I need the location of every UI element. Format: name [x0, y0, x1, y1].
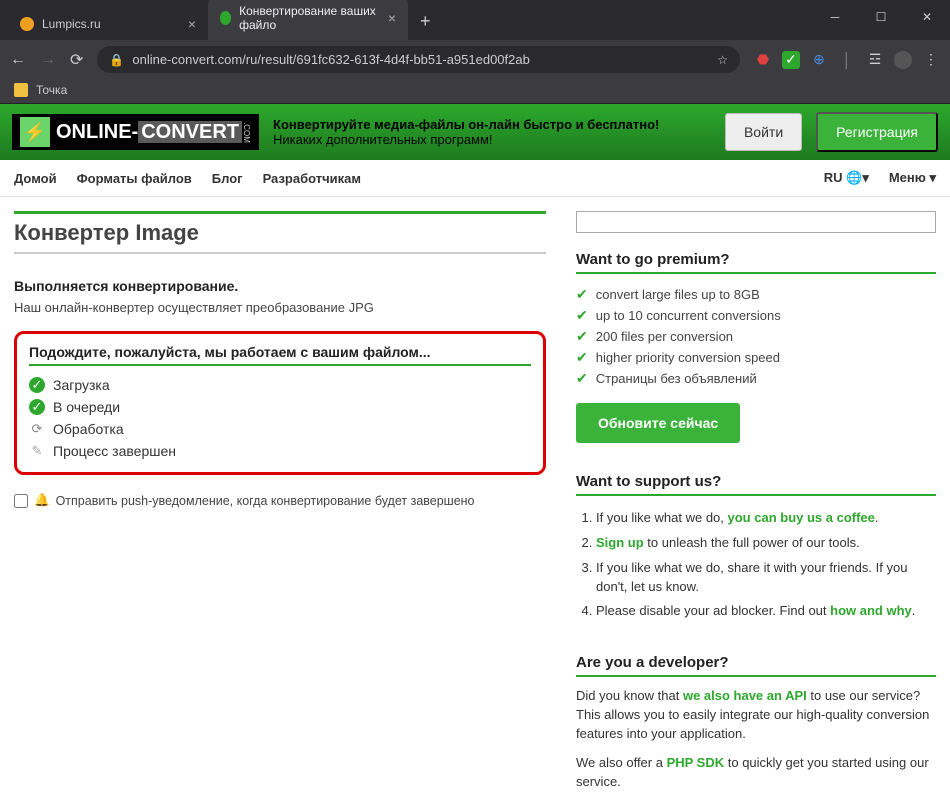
star-icon[interactable]: ☆ [717, 53, 728, 67]
logo-com: .COM [242, 122, 251, 143]
status-title: Выполняется конвертирование. [14, 278, 546, 294]
maximize-button[interactable]: ☐ [858, 0, 904, 34]
logo-text: ONLINE-CONVERT [56, 121, 242, 144]
dev-para-2: We also offer a PHP SDK to quickly get y… [576, 754, 936, 792]
site-header: ⚡ ONLINE-CONVERT .COM Конвертируйте меди… [0, 104, 950, 160]
signup-link[interactable]: Sign up [596, 535, 644, 550]
status-head: Подождите, пожалуйста, мы работаем с ваш… [29, 344, 531, 366]
forward-button[interactable]: → [40, 51, 56, 69]
logo-icon: ⚡ [20, 117, 50, 147]
search-input[interactable] [576, 211, 936, 233]
dev-head: Are you a developer? [576, 654, 936, 677]
spinner-icon: ⟳ [29, 421, 45, 437]
page-title: Конвертер Image [14, 220, 546, 246]
check-icon: ✔ [576, 307, 588, 324]
check-icon: ✔ [576, 286, 588, 303]
minimize-button[interactable]: ─ [812, 0, 858, 34]
nav-home[interactable]: Домой [14, 171, 57, 186]
close-icon[interactable]: × [188, 16, 196, 32]
extension-icon[interactable]: ⬣ [754, 51, 772, 69]
premium-head: Want to go premium? [576, 251, 936, 274]
browser-tab-active[interactable]: Конвертирование ваших файло × [208, 0, 408, 40]
coffee-link[interactable]: you can buy us a coffee [728, 510, 875, 525]
support-list: If you like what we do, you can buy us a… [596, 506, 936, 624]
push-checkbox[interactable] [14, 494, 28, 508]
status-box: Подождите, пожалуйста, мы работаем с ваш… [14, 331, 546, 475]
adblock-link[interactable]: how and why [830, 603, 912, 618]
extension-icon[interactable]: │ [838, 51, 856, 69]
favicon [220, 11, 231, 25]
new-tab-button[interactable]: + [408, 3, 443, 40]
avatar-icon[interactable] [894, 51, 912, 69]
address-bar[interactable]: 🔒 online-convert.com/ru/result/691fc632-… [97, 46, 740, 73]
push-notification-row: 🔔 Отправить push-уведомление, когда конв… [14, 493, 546, 508]
check-icon: ✔ [576, 370, 588, 387]
lock-icon: 🔒 [109, 53, 124, 67]
status-subtitle: Наш онлайн-конвертер осуществляет преобр… [14, 300, 546, 315]
bell-icon: 🔔 [34, 493, 50, 508]
status-queue: ✓ В очереди [29, 396, 531, 418]
nav-devs[interactable]: Разработчикам [263, 171, 361, 186]
logo[interactable]: ⚡ ONLINE-CONVERT .COM [12, 114, 259, 150]
login-button[interactable]: Войти [725, 113, 802, 151]
bookmark-folder-icon [14, 83, 28, 97]
nav-lang[interactable]: RU 🌐▾ [824, 170, 869, 186]
extension-icon[interactable]: ✓ [782, 51, 800, 69]
nav-formats[interactable]: Форматы файлов [77, 171, 192, 186]
nav-blog[interactable]: Блог [212, 171, 243, 186]
status-done: ✎ Процесс завершен [29, 440, 531, 462]
tab-title: Конвертирование ваших файло [239, 4, 380, 32]
url-text: online-convert.com/ru/result/691fc632-61… [132, 52, 709, 67]
tab-title: Lumpics.ru [42, 17, 101, 31]
edit-icon: ✎ [29, 443, 45, 459]
register-button[interactable]: Регистрация [816, 112, 938, 152]
reload-button[interactable]: ⟳ [70, 50, 83, 70]
api-link[interactable]: we also have an API [683, 688, 807, 703]
close-icon[interactable]: × [388, 10, 396, 26]
check-icon: ✓ [29, 399, 45, 415]
status-process: ⟳ Обработка [29, 418, 531, 440]
push-label: Отправить push-уведомление, когда конвер… [56, 494, 475, 508]
support-head: Want to support us? [576, 473, 936, 496]
upgrade-button[interactable]: Обновите сейчас [576, 403, 740, 443]
menu-icon[interactable]: ⋮ [922, 51, 940, 69]
extension-icon[interactable]: ☲ [866, 51, 884, 69]
check-icon: ✔ [576, 349, 588, 366]
nav-menu[interactable]: Меню ▾ [889, 170, 936, 186]
close-window-button[interactable]: ✕ [904, 0, 950, 34]
tagline: Конвертируйте медиа-файлы он-лайн быстро… [273, 117, 711, 147]
back-button[interactable]: ← [10, 51, 26, 69]
premium-list: ✔convert large files up to 8GB ✔up to 10… [576, 284, 936, 389]
favicon [20, 17, 34, 31]
browser-tab[interactable]: Lumpics.ru × [8, 8, 208, 40]
extension-icon[interactable]: ⊕ [810, 51, 828, 69]
check-icon: ✓ [29, 377, 45, 393]
main-nav: Домой Форматы файлов Блог Разработчикам … [0, 160, 950, 197]
status-upload: ✓ Загрузка [29, 374, 531, 396]
sdk-link[interactable]: PHP SDK [667, 755, 725, 770]
check-icon: ✔ [576, 328, 588, 345]
dev-para-1: Did you know that we also have an API to… [576, 687, 936, 744]
bookmark-item[interactable]: Точка [36, 83, 67, 97]
